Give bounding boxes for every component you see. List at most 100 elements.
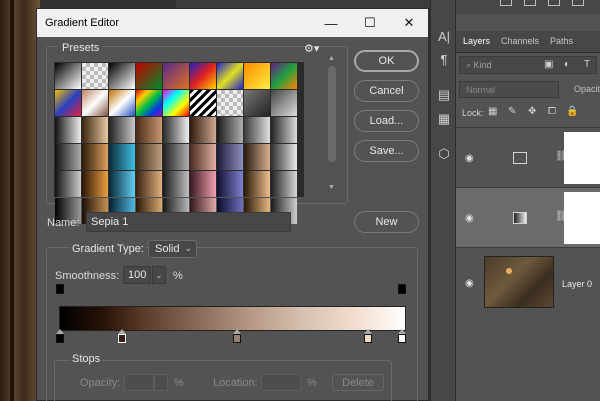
preset-swatch[interactable]	[163, 117, 189, 143]
lock-transparent-icon[interactable]: ▦	[488, 106, 497, 117]
smoothness-field[interactable]: 100	[123, 266, 151, 284]
gradient-preview-bar[interactable]	[59, 306, 406, 331]
type-filter-icon[interactable]: T	[584, 59, 590, 70]
preset-swatch[interactable]	[109, 117, 135, 143]
chevron-down-icon[interactable]: ⌄	[152, 266, 166, 284]
adjustment-filter-icon[interactable]: ◐	[564, 59, 570, 70]
name-field[interactable]: Sepia 1	[86, 212, 291, 232]
preset-swatch[interactable]	[82, 171, 108, 197]
tab-paths[interactable]: Paths	[550, 36, 573, 46]
3d-cube-icon[interactable]: ⬡	[434, 145, 454, 163]
preset-swatch[interactable]	[217, 63, 243, 89]
preset-swatch[interactable]	[55, 90, 81, 116]
layer-filter-kind[interactable]: ⌕ Kind	[459, 56, 597, 74]
preset-swatch[interactable]	[217, 144, 243, 170]
preset-swatch[interactable]	[217, 171, 243, 197]
eye-icon[interactable]: ◉	[465, 153, 474, 164]
properties-icon[interactable]: ▤	[434, 86, 454, 104]
scroll-up-icon[interactable]: ▲	[328, 55, 335, 62]
opacity-stop-right[interactable]	[398, 284, 406, 294]
layer-mask-thumbnail[interactable]	[564, 192, 600, 244]
image-filter-icon[interactable]: ▣	[544, 59, 553, 70]
color-stop[interactable]	[364, 334, 372, 343]
paragraph-icon[interactable]: ¶	[434, 50, 454, 68]
load-button[interactable]: Load...	[354, 110, 419, 132]
ok-button[interactable]: OK	[354, 50, 419, 72]
preset-swatch[interactable]	[55, 63, 81, 89]
presets-scrollbar[interactable]	[328, 66, 336, 162]
minimize-icon[interactable]: —	[312, 9, 350, 37]
preset-swatch[interactable]	[271, 63, 297, 89]
cancel-button[interactable]: Cancel	[354, 80, 419, 102]
gradient-type-select[interactable]: Solid ⌄	[148, 240, 197, 258]
preset-swatch[interactable]	[82, 90, 108, 116]
color-stop[interactable]	[56, 334, 64, 343]
scroll-down-icon[interactable]: ▼	[328, 184, 335, 191]
layer-row-selected[interactable]: ◉ ⛓	[456, 187, 600, 247]
layer-thumbnail[interactable]	[484, 256, 554, 308]
tab-channels[interactable]: Channels	[501, 36, 539, 46]
preset-swatch[interactable]	[244, 90, 270, 116]
blend-mode-select[interactable]: Normal	[459, 81, 559, 98]
opacity-stop-left[interactable]	[56, 284, 64, 294]
preset-swatch[interactable]	[136, 90, 162, 116]
preset-swatch[interactable]	[136, 63, 162, 89]
preset-swatch[interactable]	[163, 90, 189, 116]
color-stop-selected[interactable]	[118, 334, 126, 343]
preset-swatch[interactable]	[190, 144, 216, 170]
character-icon[interactable]: A|	[434, 27, 454, 45]
preset-swatch[interactable]	[244, 171, 270, 197]
preset-swatch[interactable]	[190, 63, 216, 89]
color-stop[interactable]	[233, 334, 241, 343]
lock-artboard-icon[interactable]: ⧠	[548, 106, 556, 117]
preset-swatch[interactable]	[190, 90, 216, 116]
lock-all-icon[interactable]: 🔒	[566, 106, 578, 117]
align-icon[interactable]	[524, 0, 536, 6]
align-icon[interactable]	[572, 0, 584, 6]
eye-icon[interactable]: ◉	[465, 278, 474, 289]
preset-swatch[interactable]	[109, 171, 135, 197]
preset-swatch[interactable]	[136, 144, 162, 170]
preset-swatch[interactable]	[55, 144, 81, 170]
close-icon[interactable]: ✕	[390, 9, 428, 37]
preset-swatch[interactable]	[109, 90, 135, 116]
preset-swatch[interactable]	[163, 171, 189, 197]
preset-swatch[interactable]	[271, 90, 297, 116]
preset-swatch[interactable]	[109, 144, 135, 170]
preset-swatch[interactable]	[163, 144, 189, 170]
preset-swatch[interactable]	[217, 117, 243, 143]
preset-swatch[interactable]	[82, 144, 108, 170]
eye-icon[interactable]: ◉	[465, 213, 474, 224]
preset-swatch[interactable]	[109, 63, 135, 89]
preset-swatch[interactable]	[244, 144, 270, 170]
layer-row[interactable]: ◉ ⛓	[456, 127, 600, 187]
new-button[interactable]: New	[354, 211, 419, 233]
preset-swatch[interactable]	[163, 63, 189, 89]
align-icon[interactable]	[500, 0, 512, 6]
preset-swatch[interactable]	[244, 63, 270, 89]
preset-swatch[interactable]	[244, 117, 270, 143]
preset-swatch[interactable]	[190, 171, 216, 197]
document-icon[interactable]: ▦	[434, 110, 454, 128]
preset-swatch[interactable]	[82, 117, 108, 143]
preset-swatch[interactable]	[136, 117, 162, 143]
tab-layers[interactable]: Layers	[463, 36, 490, 46]
lock-brush-icon[interactable]: ✎	[508, 106, 516, 117]
color-stop[interactable]	[398, 334, 406, 343]
lock-position-icon[interactable]: ✥	[528, 106, 536, 117]
preset-swatch[interactable]	[55, 171, 81, 197]
preset-swatch[interactable]	[271, 117, 297, 143]
maximize-icon[interactable]: ☐	[351, 9, 389, 37]
gear-icon[interactable]: ⚙▾	[304, 42, 319, 55]
layer-mask-thumbnail[interactable]	[564, 132, 600, 184]
preset-swatch[interactable]	[55, 117, 81, 143]
save-button[interactable]: Save...	[354, 140, 419, 162]
preset-swatch[interactable]	[190, 117, 216, 143]
preset-swatch[interactable]	[82, 63, 108, 89]
preset-swatch[interactable]	[271, 171, 297, 197]
preset-swatch[interactable]	[136, 171, 162, 197]
preset-swatch[interactable]	[271, 144, 297, 170]
layer-name[interactable]: Layer 0	[562, 279, 592, 289]
align-icon[interactable]	[548, 0, 560, 6]
preset-swatch[interactable]	[217, 90, 243, 116]
